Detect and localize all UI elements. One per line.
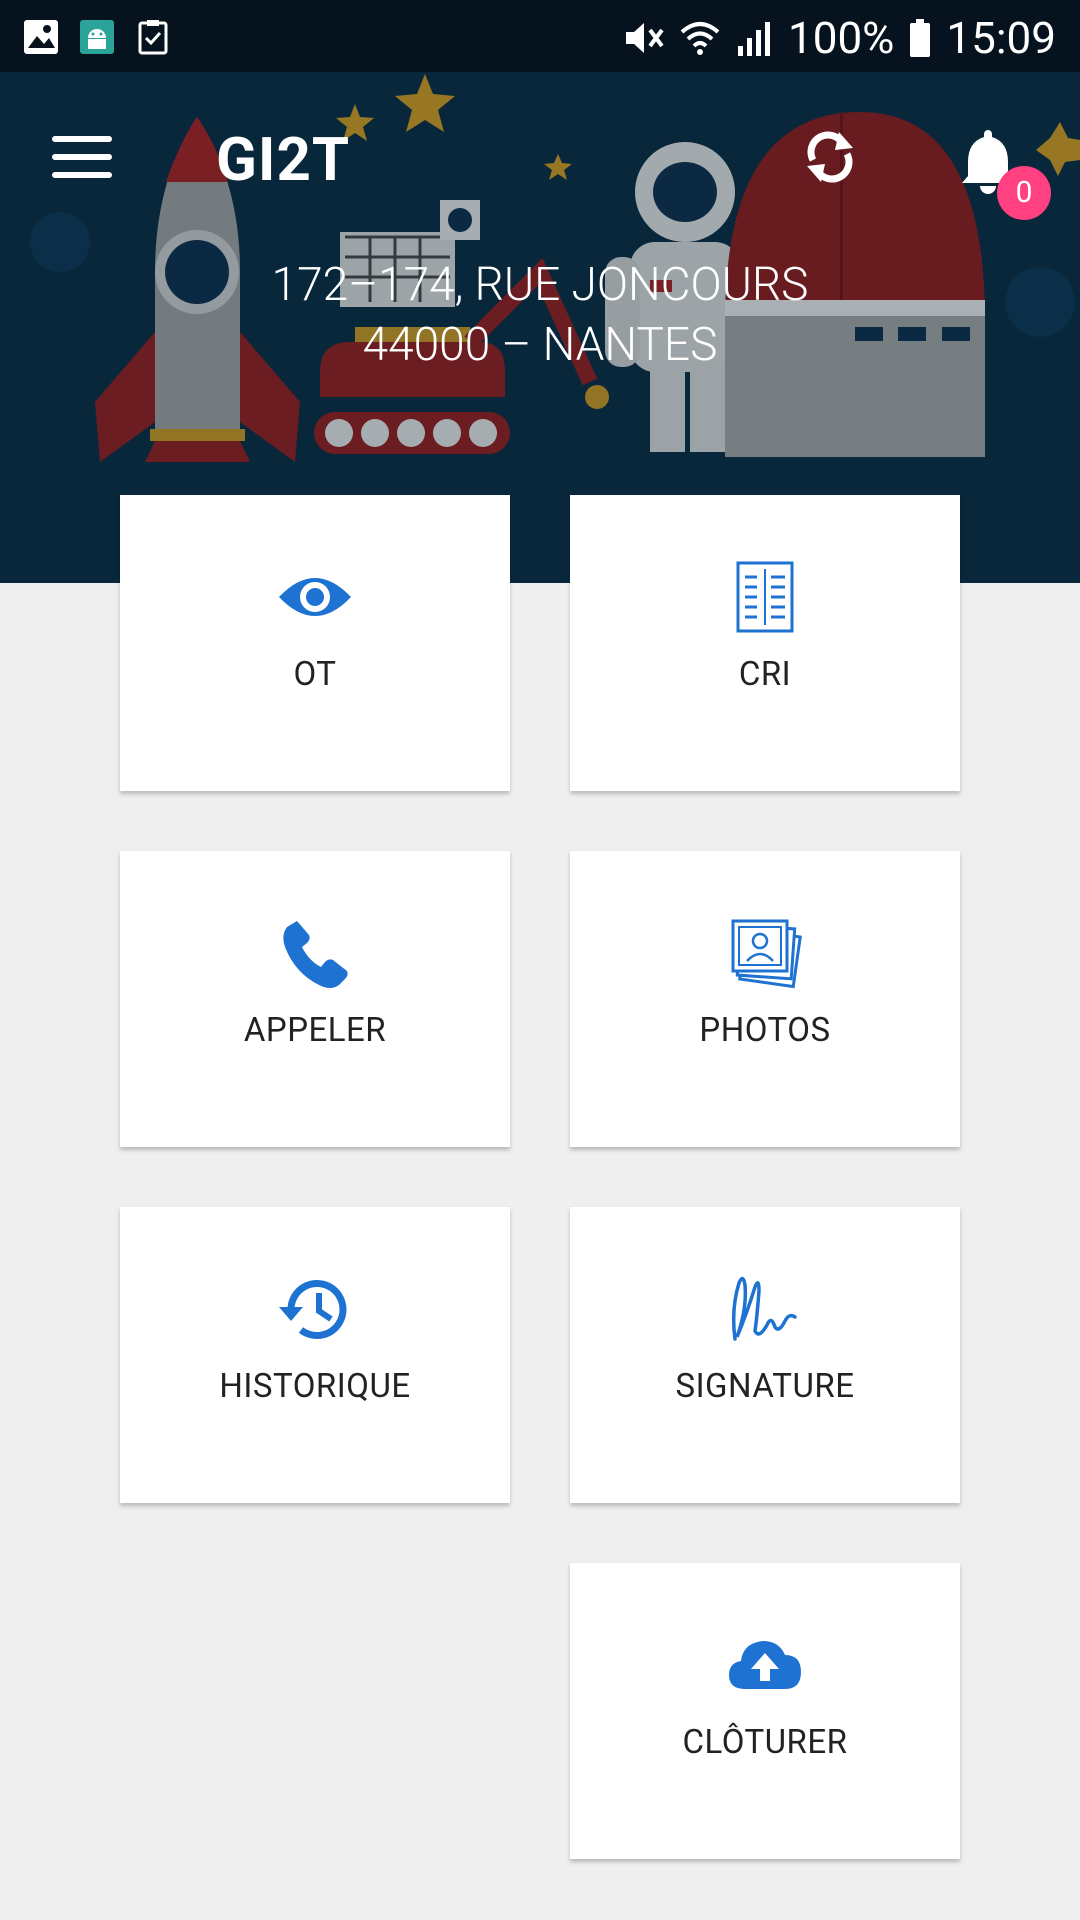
address-line-1: 172–174, RUE JONCOURS <box>271 258 809 312</box>
tile-historique[interactable]: HISTORIQUE <box>120 1207 510 1503</box>
tile-label: CRI <box>738 655 792 694</box>
tile-label: PHOTOS <box>699 1011 831 1050</box>
app-title: GI2T <box>216 124 351 195</box>
tile-ot[interactable]: OT <box>120 495 510 791</box>
hamburger-menu-icon[interactable] <box>52 136 112 178</box>
site-address: 172–174, RUE JONCOURS 44000 – NANTES <box>0 255 1080 375</box>
tile-cloturer[interactable]: CLÔTURER <box>570 1563 960 1859</box>
clock: 15:09 <box>946 12 1056 64</box>
clipboard-check-icon <box>138 20 168 55</box>
gallery-icon <box>24 20 58 54</box>
mute-icon <box>626 23 664 53</box>
tile-label: APPELER <box>243 1011 387 1050</box>
address-line-2: 44000 – NANTES <box>362 318 718 372</box>
photos-stack-icon <box>731 919 802 989</box>
document-list-icon <box>736 561 794 633</box>
tile-label: CLÔTURER <box>682 1723 848 1762</box>
battery-percent: 100% <box>788 12 895 64</box>
eye-icon <box>279 578 351 616</box>
notification-badge: 0 <box>997 166 1051 220</box>
signal-icon <box>738 22 770 56</box>
tile-appeler[interactable]: APPELER <box>120 851 510 1147</box>
tile-label: OT <box>293 655 337 694</box>
sync-icon[interactable] <box>795 122 865 192</box>
tile-cri[interactable]: CRI <box>570 495 960 791</box>
tile-label: SIGNATURE <box>675 1367 855 1406</box>
app-bar: GI2T 0 <box>0 72 1080 242</box>
wifi-icon <box>680 22 720 55</box>
phone-icon <box>283 921 348 988</box>
cloud-upload-icon <box>729 1641 801 1689</box>
tile-photos[interactable]: PHOTOS <box>570 851 960 1147</box>
signature-icon <box>731 1276 797 1341</box>
status-bar: 100% 15:09 <box>0 0 1080 72</box>
history-icon <box>279 1280 347 1339</box>
tile-signature[interactable]: SIGNATURE <box>570 1207 960 1503</box>
tile-label: HISTORIQUE <box>219 1367 411 1406</box>
battery-icon <box>910 19 931 57</box>
android-debug-icon <box>80 20 114 54</box>
